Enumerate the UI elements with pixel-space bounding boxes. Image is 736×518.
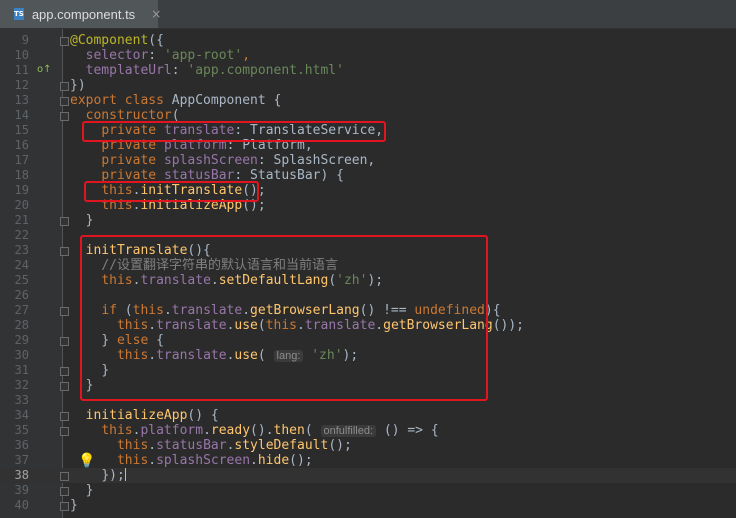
code-text: } (85, 483, 94, 498)
line-number: 30 (14, 348, 29, 362)
line-number: 14 (14, 108, 29, 122)
code-line: 36 this.statusBar.styleDefault(); (0, 438, 736, 453)
lightbulb-icon[interactable]: 💡 (78, 453, 95, 469)
tab-title: app.component.ts (31, 6, 136, 22)
fold-toggle-icon[interactable] (60, 427, 69, 436)
fold-toggle-icon[interactable] (60, 112, 69, 121)
code-line: 40 } (0, 498, 736, 513)
line-number: 31 (14, 363, 29, 377)
line-number: 17 (14, 153, 29, 167)
code-text: selector: 'app-root', (85, 48, 251, 63)
line-number: 38 (14, 468, 29, 482)
code-line: 34 initializeApp() { (0, 408, 736, 423)
line-number: 13 (14, 93, 29, 107)
code-text: this.splashScreen.hide(); (116, 453, 313, 468)
code-line: 37 this.splashScreen.hide(); (0, 453, 736, 468)
code-line: 11 o↑ templateUrl: 'app.component.html' (0, 63, 736, 78)
highlight-box-translate-param (82, 121, 386, 142)
code-line: 39 } (0, 483, 736, 498)
line-number: 10 (14, 48, 29, 62)
fold-toggle-icon[interactable] (60, 82, 69, 91)
fold-toggle-icon[interactable] (60, 487, 69, 496)
tab-app-component[interactable]: TS app.component.ts × (0, 0, 161, 28)
line-number: 23 (14, 243, 29, 257)
fold-toggle-icon[interactable] (60, 217, 69, 226)
line-number: 35 (14, 423, 29, 437)
line-number: 34 (14, 408, 29, 422)
fold-toggle-icon[interactable] (60, 37, 69, 46)
line-number: 27 (14, 303, 29, 317)
fold-toggle-icon[interactable] (60, 337, 69, 346)
code-line: 13 export class AppComponent { (0, 93, 736, 108)
close-icon[interactable]: × (151, 7, 161, 21)
line-number: 9 (21, 33, 29, 47)
line-number: 15 (14, 123, 29, 137)
line-number: 28 (14, 318, 29, 332)
code-text: }) (70, 78, 86, 93)
code-line: 12 }) (0, 78, 736, 93)
text-caret (124, 468, 126, 481)
parameter-hint: onfulfilled: (320, 425, 377, 437)
line-number: 11 (14, 63, 29, 77)
fold-toggle-icon[interactable] (60, 307, 69, 316)
fold-toggle-icon[interactable] (60, 412, 69, 421)
line-number: 37 (14, 453, 29, 467)
code-text: this.platform.ready().then( onfulfilled:… (101, 423, 439, 438)
fold-toggle-icon[interactable] (60, 472, 69, 481)
code-text: this.statusBar.styleDefault(); (116, 438, 352, 453)
code-text: } (70, 498, 78, 513)
line-number: 20 (14, 198, 29, 212)
line-number: 24 (14, 258, 29, 272)
code-text: } (85, 213, 94, 228)
line-number: 22 (14, 228, 29, 242)
code-line: 10 selector: 'app-root', (0, 48, 736, 63)
line-number: 18 (14, 168, 29, 182)
highlight-box-init-method (80, 235, 488, 401)
fold-toggle-icon[interactable] (60, 502, 69, 511)
current-code-line: 38 }); (0, 468, 736, 483)
line-number: 40 (14, 498, 29, 512)
code-text: }); (101, 468, 126, 483)
typescript-file-icon: TS (14, 8, 24, 20)
code-text: export class AppComponent { (70, 93, 282, 108)
code-line: 35 this.platform.ready().then( onfulfill… (0, 423, 736, 438)
code-text: private splashScreen: SplashScreen, (101, 153, 376, 168)
editor-tab-bar: TS app.component.ts × (0, 0, 736, 29)
code-text: initializeApp() { (85, 408, 219, 423)
line-number: 21 (14, 213, 29, 227)
line-number: 16 (14, 138, 29, 152)
code-line: 17 private splashScreen: SplashScreen, (0, 153, 736, 168)
line-number: 12 (14, 78, 29, 92)
fold-toggle-icon[interactable] (60, 367, 69, 376)
code-editor[interactable]: 9 @Component({ 10 selector: 'app-root', … (0, 29, 736, 518)
code-text: templateUrl: 'app.component.html' (85, 63, 344, 78)
line-number: 39 (14, 483, 29, 497)
fold-toggle-icon[interactable] (60, 247, 69, 256)
highlight-box-init-call (84, 181, 259, 202)
fold-toggle-icon[interactable] (60, 97, 69, 106)
override-marker-icon[interactable]: o↑ (37, 64, 52, 76)
code-line: 9 @Component({ (0, 33, 736, 48)
line-number: 29 (14, 333, 29, 347)
line-number: 19 (14, 183, 29, 197)
line-number: 33 (14, 393, 29, 407)
code-line: 21 } (0, 213, 736, 228)
line-number: 25 (14, 273, 29, 287)
line-number: 26 (14, 288, 29, 302)
code-text: @Component({ (70, 33, 164, 48)
fold-toggle-icon[interactable] (60, 382, 69, 391)
line-number: 36 (14, 438, 29, 452)
line-number: 32 (14, 378, 29, 392)
